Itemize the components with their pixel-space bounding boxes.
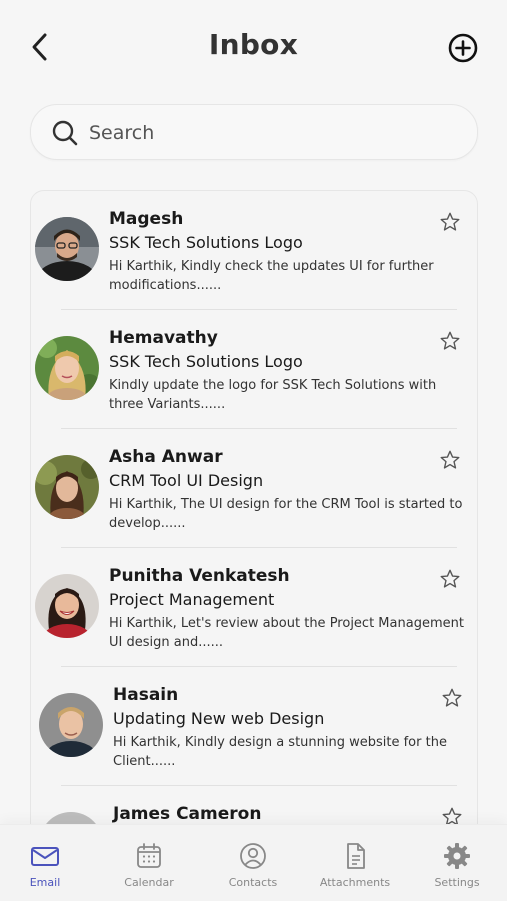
star-icon[interactable] — [439, 211, 461, 233]
avatar — [35, 455, 99, 519]
message-preview: Hi Karthik, Let's review about the Proje… — [109, 616, 464, 650]
sender-name: James Cameron — [113, 804, 262, 824]
header: Inbox — [0, 0, 507, 95]
sender-name: Magesh — [109, 209, 184, 229]
nav-label: Attachments — [319, 876, 391, 889]
message-item[interactable]: Punitha Venkatesh Project Management Hi … — [31, 548, 477, 667]
calendar-icon — [137, 843, 161, 868]
message-list: Magesh SSK Tech Solutions Logo Hi Karthi… — [30, 190, 478, 892]
message-item[interactable]: Hemavathy SSK Tech Solutions Logo Kindly… — [31, 310, 477, 429]
nav-label: Settings — [434, 876, 480, 889]
star-icon[interactable] — [441, 687, 463, 709]
nav-item-calendar[interactable]: Calendar — [104, 835, 194, 895]
nav-item-settings[interactable]: Settings — [412, 835, 502, 895]
message-subject: Updating New web Design — [113, 709, 325, 728]
plus-circle-icon — [448, 33, 478, 63]
avatar — [39, 693, 103, 757]
mail-icon — [31, 847, 59, 866]
message-item[interactable]: Hasain Updating New web Design Hi Karthi… — [31, 667, 477, 786]
page-title: Inbox — [208, 28, 299, 61]
gear-icon — [444, 843, 470, 869]
message-preview: Hi Karthik, The UI design for the CRM To… — [109, 497, 463, 531]
star-icon[interactable] — [439, 568, 461, 590]
nav-item-email[interactable]: Email — [0, 835, 90, 895]
message-subject: Project Management — [109, 590, 275, 609]
nav-label: Contacts — [228, 876, 278, 889]
avatar — [35, 217, 99, 281]
compose-button[interactable] — [447, 32, 479, 64]
message-item[interactable]: Asha Anwar CRM Tool UI Design Hi Karthik… — [31, 429, 477, 548]
star-icon[interactable] — [439, 449, 461, 471]
nav-label: Email — [29, 876, 61, 889]
nav-item-contacts[interactable]: Contacts — [208, 835, 298, 895]
search-icon — [52, 120, 78, 146]
bottom-navigation: Email Calendar Contacts Attachments Sett… — [0, 824, 507, 901]
nav-item-attachments[interactable]: Attachments — [310, 835, 400, 895]
document-icon — [347, 843, 365, 869]
sender-name: Asha Anwar — [109, 447, 223, 467]
avatar — [35, 574, 99, 638]
star-icon[interactable] — [439, 330, 461, 352]
message-item[interactable]: Magesh SSK Tech Solutions Logo Hi Karthi… — [31, 191, 477, 310]
message-subject: SSK Tech Solutions Logo — [109, 233, 303, 252]
message-preview: Hi Karthik, Kindly design a stunning web… — [113, 735, 447, 769]
avatar — [35, 336, 99, 400]
sender-name: Hasain — [113, 685, 179, 705]
user-circle-icon — [240, 843, 266, 869]
sender-name: Hemavathy — [109, 328, 218, 348]
search-bar[interactable] — [30, 104, 478, 160]
nav-label: Calendar — [124, 876, 174, 889]
message-preview: Kindly update the logo for SSK Tech Solu… — [109, 378, 437, 412]
message-subject: SSK Tech Solutions Logo — [109, 352, 303, 371]
message-subject: CRM Tool UI Design — [109, 471, 264, 490]
sender-name: Punitha Venkatesh — [109, 566, 290, 586]
message-preview: Hi Karthik, Kindly check the updates UI … — [109, 259, 434, 293]
search-input[interactable] — [87, 117, 461, 149]
